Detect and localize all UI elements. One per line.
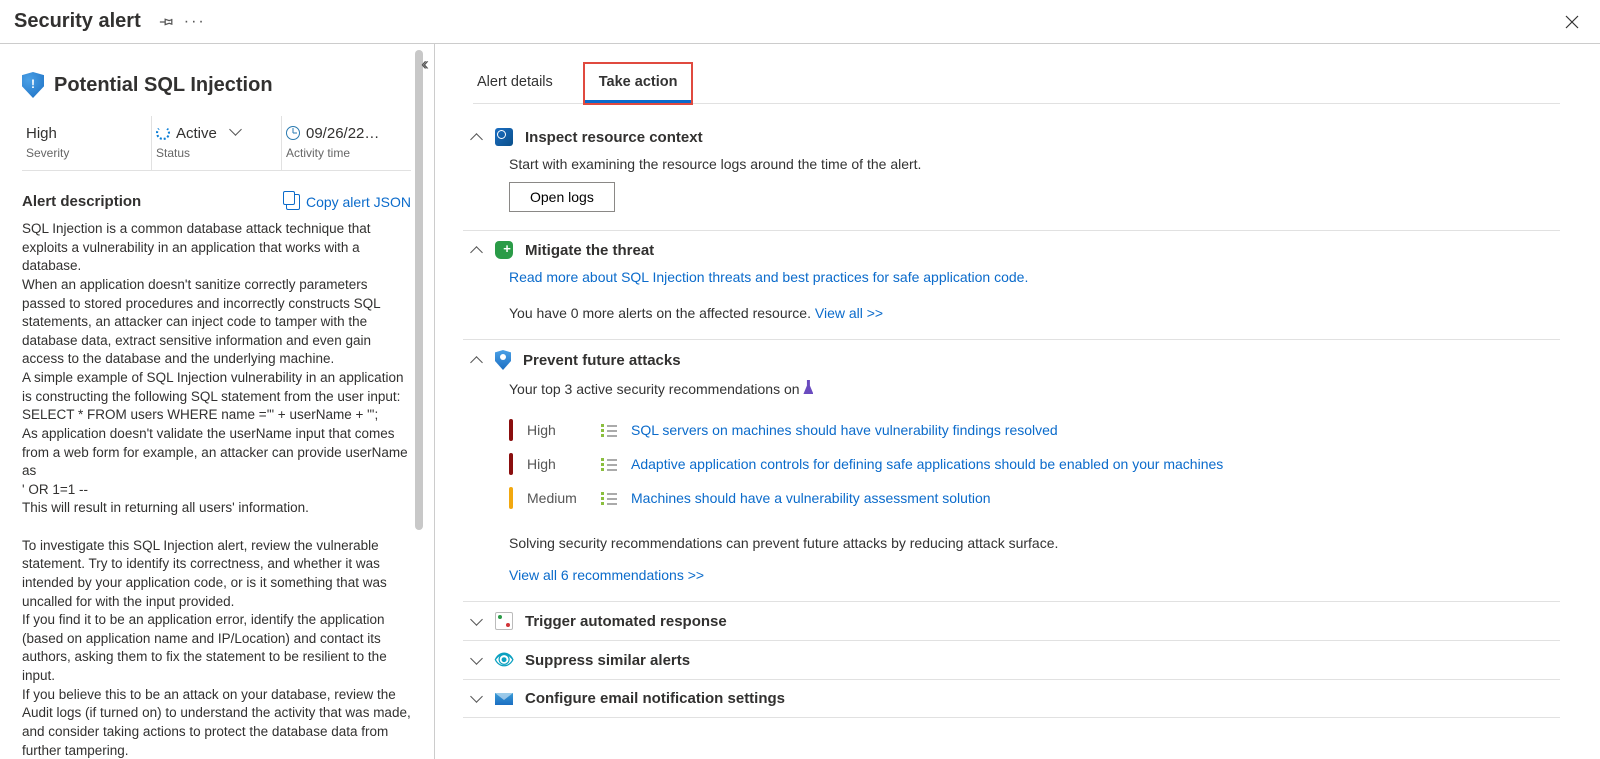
- alert-title: Potential SQL Injection: [54, 74, 273, 97]
- pane-divider[interactable]: ‹‹: [425, 44, 443, 759]
- section-email-header[interactable]: Configure email notification settings: [463, 680, 1560, 718]
- recommendation-link[interactable]: Machines should have a vulnerability ass…: [631, 490, 991, 506]
- alert-summary-pane: Potential SQL Injection High Severity Ac…: [0, 44, 425, 759]
- recommendation-row[interactable]: Medium Machines should have a vulnerabili…: [509, 481, 1554, 515]
- suppress-icon: 👁: [495, 651, 513, 669]
- chevron-down-icon: [469, 614, 483, 628]
- mitigate-more-text: You have 0 more alerts on the affected r…: [509, 305, 815, 321]
- page-title: Security alert: [14, 10, 141, 33]
- list-icon: [601, 424, 617, 436]
- copy-icon: [286, 194, 300, 210]
- severity-label: Severity: [26, 146, 141, 160]
- recommendation-row[interactable]: High Adaptive application controls for de…: [509, 447, 1554, 481]
- mitigate-view-all-link[interactable]: View all >>: [815, 305, 883, 321]
- pin-icon[interactable]: [153, 8, 181, 36]
- activity-time-cell: 09/26/22… Activity time: [282, 116, 411, 170]
- recommendation-severity: Medium: [527, 490, 587, 506]
- flask-icon: [803, 380, 813, 394]
- close-icon[interactable]: [1558, 8, 1586, 36]
- chevron-down-icon: [469, 692, 483, 706]
- activity-time-label: Activity time: [286, 146, 401, 160]
- mitigate-icon: [495, 241, 513, 259]
- section-inspect-title: Inspect resource context: [525, 129, 703, 146]
- chevron-up-icon: [469, 130, 483, 144]
- section-inspect-header[interactable]: Inspect resource context: [463, 118, 1560, 156]
- recommendation-link[interactable]: SQL servers on machines should have vuln…: [631, 422, 1058, 438]
- window-header: Security alert ···: [0, 0, 1600, 44]
- section-email-title: Configure email notification settings: [525, 690, 785, 707]
- recommendation-row[interactable]: High SQL servers on machines should have …: [509, 413, 1554, 447]
- section-suppress-title: Suppress similar alerts: [525, 652, 690, 669]
- prevent-top-text: Your top 3 active security recommendatio…: [509, 381, 803, 397]
- copy-alert-json-link[interactable]: Copy alert JSON: [286, 194, 411, 210]
- list-icon: [601, 492, 617, 504]
- alert-meta-row: High Severity Active Status 09/26/22…: [22, 116, 411, 171]
- tab-bar: Alert details Take action: [473, 64, 1560, 104]
- section-mitigate-title: Mitigate the threat: [525, 242, 654, 259]
- clock-icon: [286, 126, 300, 140]
- recommendation-link[interactable]: Adaptive application controls for defini…: [631, 456, 1223, 472]
- section-suppress-header[interactable]: 👁 Suppress similar alerts: [463, 641, 1560, 680]
- alert-description-heading: Alert description: [22, 193, 141, 210]
- inspect-text: Start with examining the resource logs a…: [509, 156, 1554, 172]
- status-spinner-icon: [156, 126, 170, 140]
- alert-description-body: SQL Injection is a common database attac…: [22, 220, 411, 759]
- prevent-view-all-link[interactable]: View all 6 recommendations >>: [509, 567, 704, 583]
- copy-alert-json-label: Copy alert JSON: [306, 194, 411, 210]
- open-logs-button[interactable]: Open logs: [509, 182, 615, 212]
- action-pane: Alert details Take action Inspect resour…: [443, 44, 1600, 759]
- severity-bar: [509, 419, 513, 441]
- status-label: Status: [156, 146, 271, 160]
- section-trigger-header[interactable]: Trigger automated response: [463, 602, 1560, 641]
- tab-take-action[interactable]: Take action: [585, 64, 692, 103]
- more-icon[interactable]: ···: [181, 8, 209, 36]
- chevron-up-icon: [469, 353, 483, 367]
- section-prevent-title: Prevent future attacks: [523, 352, 681, 369]
- chevron-down-icon[interactable]: [223, 124, 240, 142]
- email-icon: [495, 693, 513, 705]
- severity-bar: [509, 487, 513, 509]
- section-prevent-header[interactable]: Prevent future attacks: [463, 340, 1560, 380]
- prevent-icon: [495, 350, 511, 370]
- severity-cell: High Severity: [22, 116, 152, 170]
- status-cell[interactable]: Active Status: [152, 116, 282, 170]
- prevent-solving-text: Solving security recommendations can pre…: [509, 535, 1554, 551]
- trigger-icon: [495, 612, 513, 630]
- recommendation-severity: High: [527, 422, 587, 438]
- section-trigger-title: Trigger automated response: [525, 613, 727, 630]
- recommendation-severity: High: [527, 456, 587, 472]
- chevron-up-icon: [469, 243, 483, 257]
- status-value: Active: [176, 125, 217, 142]
- mitigate-read-more-link[interactable]: Read more about SQL Injection threats an…: [509, 269, 1028, 285]
- activity-time-value: 09/26/22…: [306, 125, 379, 142]
- severity-value: High: [26, 125, 57, 142]
- tab-alert-details[interactable]: Alert details: [473, 64, 557, 103]
- list-icon: [601, 458, 617, 470]
- severity-bar: [509, 453, 513, 475]
- section-mitigate-header[interactable]: Mitigate the threat: [463, 231, 1560, 269]
- chevron-down-icon: [469, 653, 483, 667]
- alert-shield-icon: [22, 72, 44, 98]
- inspect-icon: [495, 128, 513, 146]
